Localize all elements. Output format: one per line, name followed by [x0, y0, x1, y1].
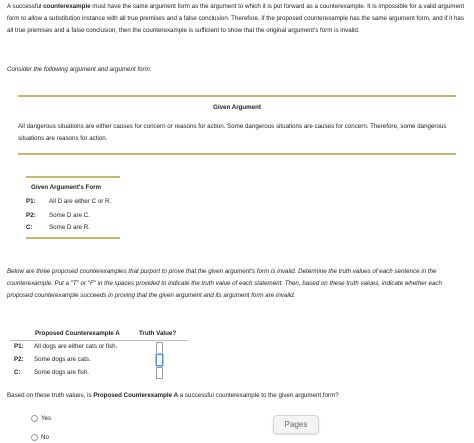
form-row-text: Some D are R. — [49, 224, 90, 231]
truth-value-input-p2[interactable] — [156, 354, 163, 366]
intro-paragraph: A successful counterexample must have th… — [7, 1, 469, 37]
row-text: All dogs are either cats or fish. — [34, 343, 118, 350]
truth-value-input-c[interactable] — [156, 367, 163, 379]
form-row-text: All D are either C or R. — [49, 198, 112, 205]
divider — [18, 95, 456, 97]
question-prefix: Based on these truth values, is — [7, 392, 94, 399]
divider — [26, 176, 120, 178]
form-row-text: Some D are C. — [49, 212, 90, 219]
question-suffix: a successful counterexample to the given… — [178, 392, 339, 399]
row-label: C: — [14, 369, 21, 376]
form-row-label: C: — [26, 224, 33, 231]
row-label: P2: — [14, 356, 24, 363]
given-argument-text: All dangerous situations are either caus… — [18, 123, 447, 142]
row-label: P1: — [14, 343, 24, 350]
form-row-label: P1: — [26, 198, 36, 205]
option-label: Yes — [41, 415, 52, 422]
row-text: Some dogs are cats. — [34, 356, 91, 363]
given-argument-title: Given Argument — [213, 104, 261, 111]
intro-term: counterexample — [43, 3, 91, 10]
argument-form-title: Given Argument's Form — [31, 184, 102, 191]
question-term: Proposed Counterexample A — [93, 392, 179, 399]
table-divider — [10, 340, 188, 341]
form-row-label: P2: — [26, 212, 36, 219]
instructions-paragraph: Below are three proposed counterexamples… — [7, 268, 442, 299]
intro-prefix: A successful — [7, 3, 44, 10]
truth-value-header: Truth Value? — [139, 330, 177, 337]
truth-value-input-p1[interactable] — [156, 342, 163, 354]
row-text: Some dogs are fish. — [34, 369, 90, 376]
question-text: Based on these truth values, is Proposed… — [7, 391, 469, 400]
problem-page: A successful counterexample must have th… — [0, 0, 474, 441]
radio-circle[interactable] — [31, 415, 38, 422]
divider — [18, 153, 456, 155]
option-label: No — [41, 434, 49, 441]
consider-text: Consider the following argument and argu… — [7, 66, 152, 73]
divider — [26, 237, 120, 239]
pages-button[interactable]: Pages — [273, 415, 319, 434]
counterexample-header: Proposed Counterexample A — [35, 330, 120, 337]
